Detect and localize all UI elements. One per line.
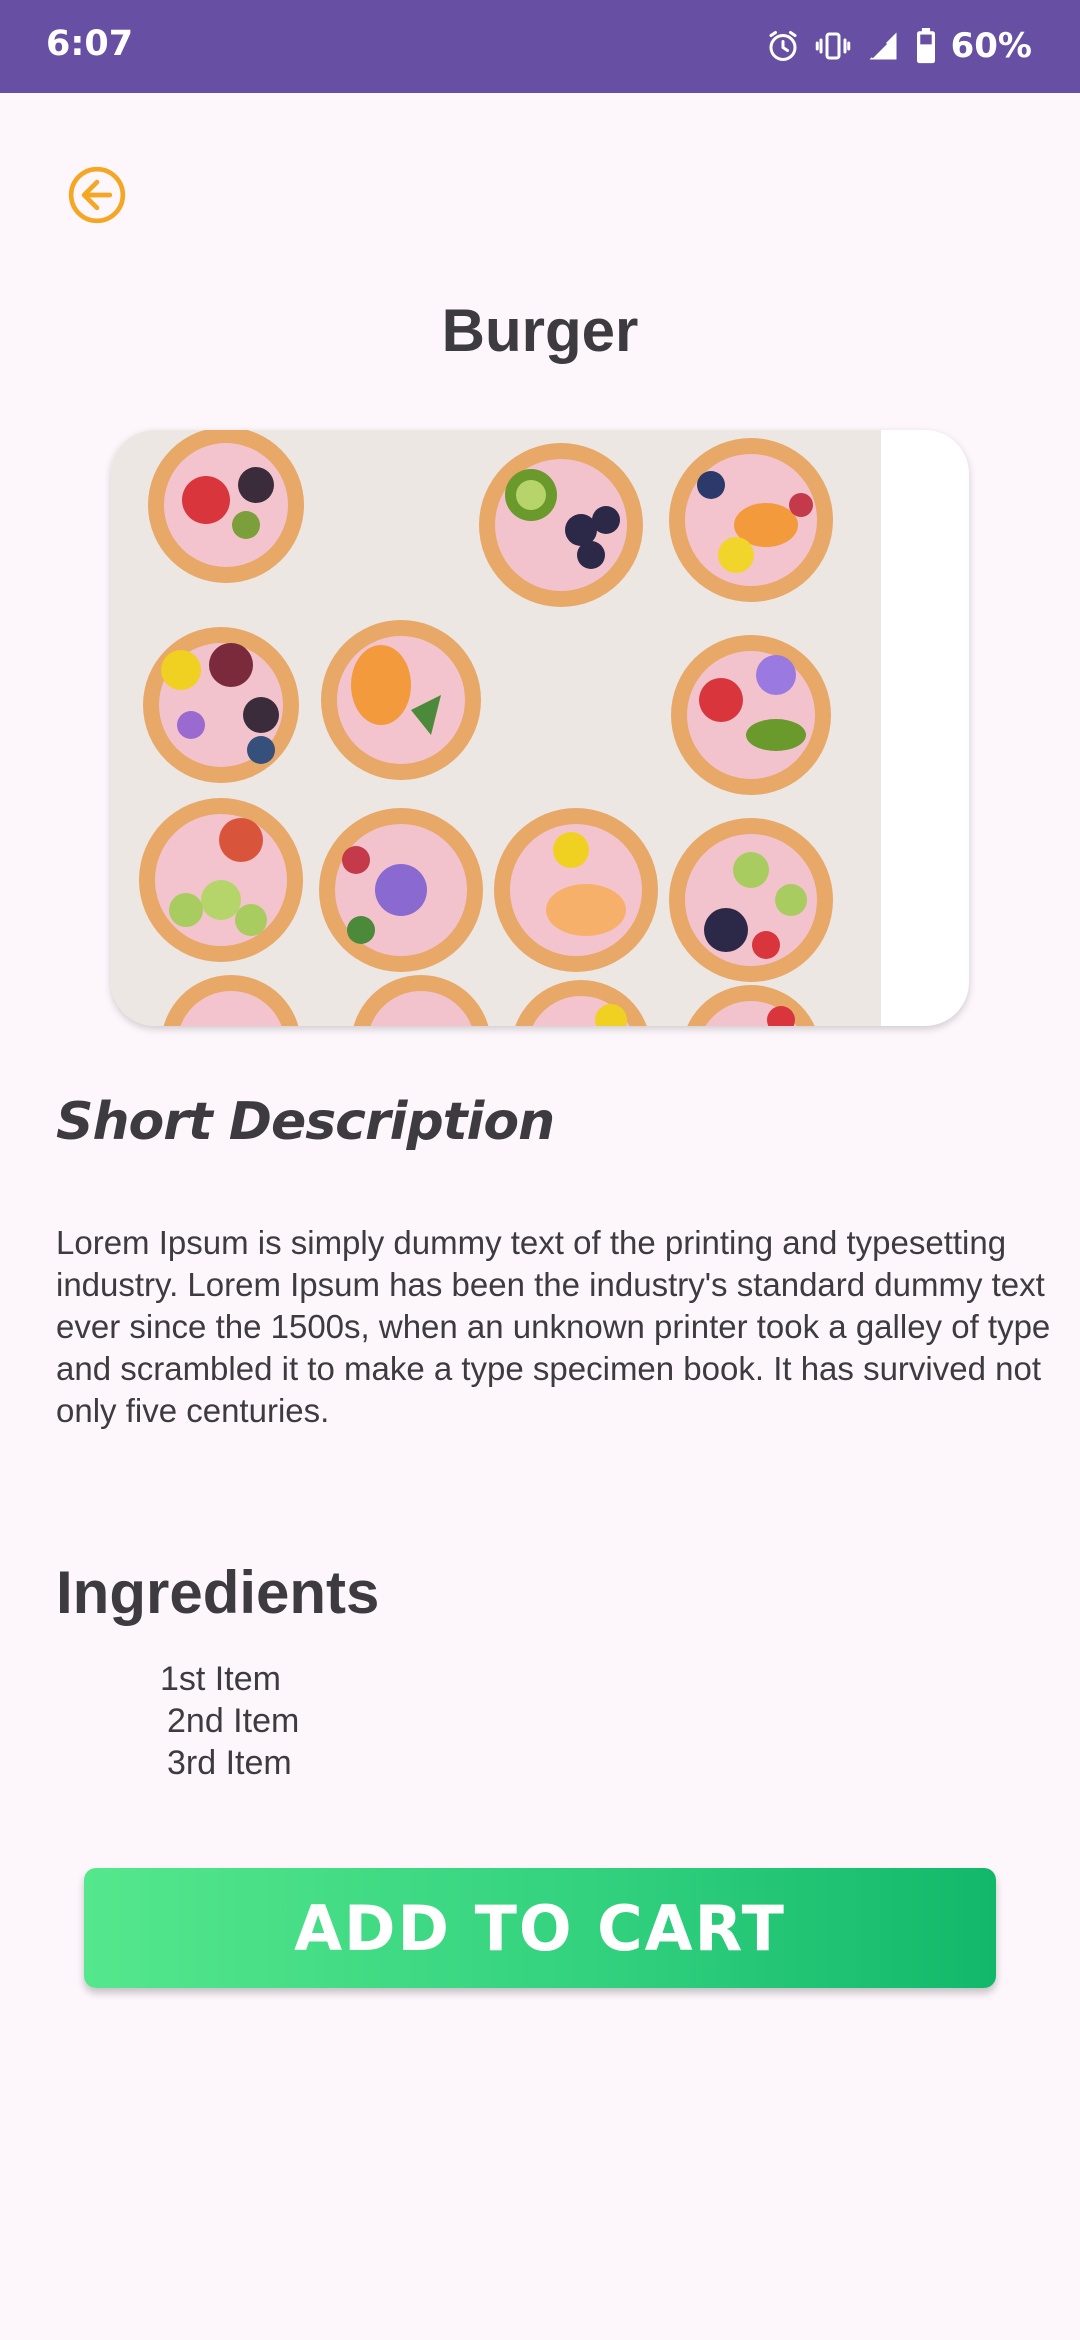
page-title: Burger [441, 297, 639, 364]
cell-signal-icon [865, 28, 901, 64]
arrow-left-circle-icon [68, 166, 126, 224]
short-description-text: Lorem Ipsum is simply dummy text of the … [56, 1224, 1051, 1429]
short-description-heading: Short Description [56, 1092, 555, 1152]
product-image-card [111, 430, 969, 1026]
battery-icon [915, 28, 937, 64]
ingredients-heading: Ingredients [56, 1559, 380, 1626]
list-item: 1st Item [160, 1660, 281, 1698]
status-bar: 6:07 60% [0, 0, 1080, 93]
vibrate-icon [815, 28, 851, 64]
list-item: 2nd Item [167, 1702, 300, 1740]
add-to-cart-button[interactable]: ADD TO CART [84, 1868, 996, 1988]
alarm-icon [765, 28, 801, 64]
ingredients-list: 1st Item 2nd Item 3rd Item [160, 1658, 299, 1784]
back-button[interactable] [66, 164, 128, 226]
status-time: 6:07 [46, 24, 134, 64]
list-item: 3rd Item [167, 1744, 292, 1782]
food-photo [111, 430, 881, 1026]
status-icons: 60% [765, 20, 1032, 72]
battery-percent: 60% [950, 26, 1032, 66]
